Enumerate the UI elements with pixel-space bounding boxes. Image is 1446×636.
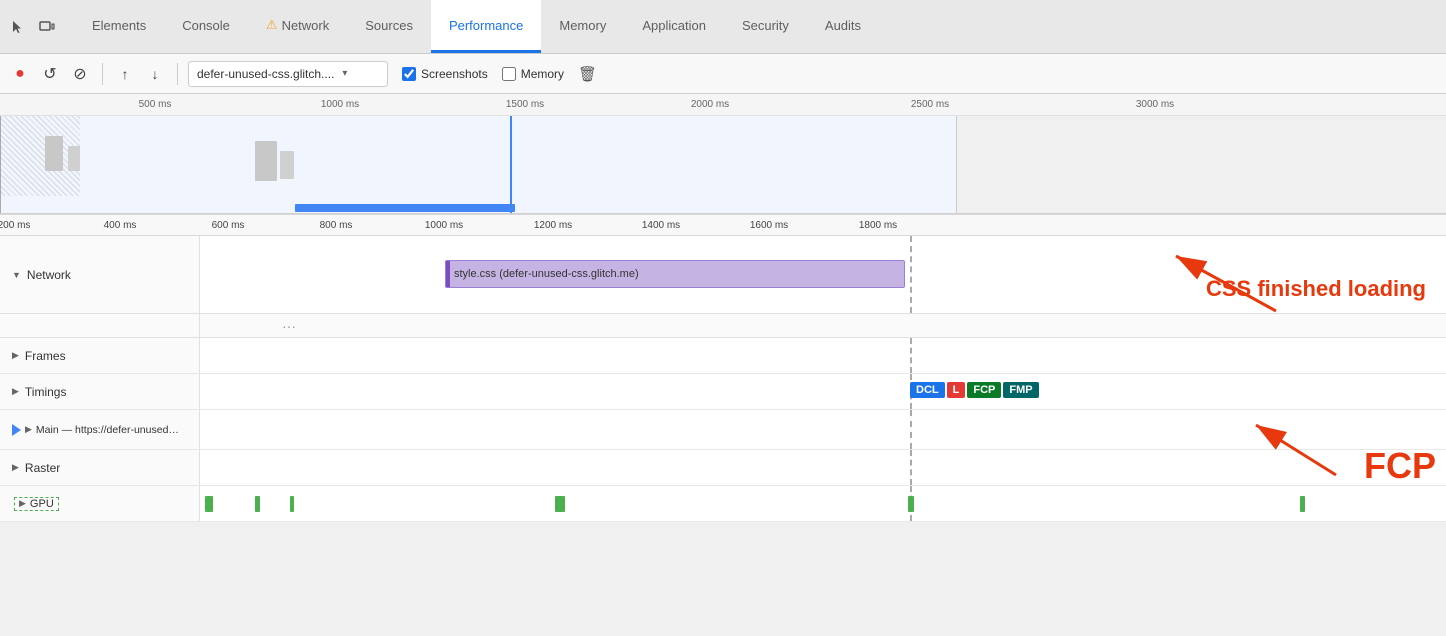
timeline-overview-container: 500 ms 1000 ms 1500 ms 2000 ms 2500 ms 3… (0, 94, 1446, 214)
separator-1 (102, 63, 103, 85)
top-ruler: 500 ms 1000 ms 1500 ms 2000 ms 2500 ms 3… (0, 94, 1446, 116)
clear-button[interactable]: 🗑 (578, 65, 597, 83)
main-label[interactable]: ▶ Main — https://defer-unused-css.glitch… (0, 410, 200, 449)
overview-blue-bar (295, 204, 515, 212)
url-display[interactable]: defer-unused-css.glitch.... ▾ (188, 61, 388, 87)
separator-2 (177, 63, 178, 85)
raster-triangle: ▶ (12, 462, 19, 473)
memory-checkbox[interactable] (502, 67, 516, 81)
tab-security[interactable]: Security (724, 0, 807, 53)
main-play-icon (12, 424, 21, 436)
timings-row: ▶ Timings DCL L FCP FMP (0, 374, 1446, 410)
network-area: ▼ Network style.css (defer-unused-css.gl… (0, 236, 1446, 314)
tick-1000ms: 1000 ms (321, 99, 359, 110)
gpu-bar-3 (290, 496, 294, 512)
gpu-bar-2 (255, 496, 260, 512)
badge-l: L (947, 382, 966, 398)
gpu-label[interactable]: ▶ GPU (0, 486, 200, 521)
tab-audits[interactable]: Audits (807, 0, 879, 53)
raster-label[interactable]: ▶ Raster (0, 450, 200, 485)
network-vline (910, 236, 912, 313)
gpu-dashed-box: ▶ GPU (14, 497, 59, 511)
btick-1200ms: 1200 ms (534, 220, 572, 231)
triangle-icon: ▼ (12, 270, 21, 280)
badge-fmp: FMP (1003, 382, 1038, 398)
badge-dcl: DCL (910, 382, 945, 398)
screenshots-checkbox-label[interactable]: Screenshots (402, 67, 488, 81)
gpu-bar-6 (1300, 496, 1305, 512)
frames-label[interactable]: ▶ Frames (0, 338, 200, 373)
raster-vline (910, 450, 912, 485)
gpu-timeline (200, 486, 1446, 521)
tab-bar: Elements Console ⚠ Network Sources Perfo… (0, 0, 1446, 54)
toolbar: ● ↺ ⊘ ↑ ↓ defer-unused-css.glitch.... ▾ … (0, 54, 1446, 94)
overview-thumbnails (0, 116, 1446, 214)
more-row: ··· (0, 314, 1446, 338)
frames-row: ▶ Frames (0, 338, 1446, 374)
raster-timeline (200, 450, 1446, 485)
memory-checkbox-label[interactable]: Memory (502, 67, 564, 81)
checkbox-group: Screenshots Memory (402, 67, 564, 81)
main-triangle: ▶ (25, 424, 32, 435)
gpu-bar-5 (908, 496, 914, 512)
badge-fcp: FCP (967, 382, 1001, 398)
tick-500ms: 500 ms (139, 99, 172, 110)
tab-console[interactable]: Console (164, 0, 248, 53)
tab-application[interactable]: Application (624, 0, 724, 53)
network-label: ▼ Network (0, 236, 200, 313)
tab-network[interactable]: ⚠ Network (248, 0, 347, 53)
cursor-icon[interactable] (8, 16, 30, 38)
tick-2500ms: 2500 ms (911, 99, 949, 110)
btick-1400ms: 1400 ms (642, 220, 680, 231)
url-text: defer-unused-css.glitch.... (197, 67, 334, 81)
network-section: ▼ Network style.css (defer-unused-css.gl… (0, 236, 1446, 314)
upload-button[interactable]: ↑ (113, 62, 137, 86)
device-icon[interactable] (36, 16, 58, 38)
tab-performance[interactable]: Performance (431, 0, 541, 53)
raster-row: ▶ Raster (0, 450, 1446, 486)
gpu-bar-4 (555, 496, 565, 512)
stop-button[interactable]: ⊘ (68, 62, 92, 86)
frames-triangle: ▶ (12, 350, 19, 361)
tick-2000ms: 2000 ms (691, 99, 729, 110)
gpu-triangle: ▶ (19, 498, 26, 509)
bottom-ruler: 200 ms 400 ms 600 ms 800 ms 1000 ms 1200… (0, 214, 1446, 236)
tab-memory[interactable]: Memory (541, 0, 624, 53)
network-timeline: style.css (defer-unused-css.glitch.me) (200, 236, 1446, 313)
gpu-bar-1 (205, 496, 213, 512)
main-vline (910, 410, 912, 449)
btick-1800ms: 1800 ms (859, 220, 897, 231)
chevron-down-icon: ▾ (342, 68, 347, 79)
gpu-row: ▶ GPU (0, 486, 1446, 522)
tab-sources[interactable]: Sources (347, 0, 431, 53)
main-timeline (200, 410, 1446, 449)
frames-timeline (200, 338, 1446, 373)
timings-label[interactable]: ▶ Timings (0, 374, 200, 409)
more-dots: ··· (282, 318, 296, 334)
main-row: ▶ Main — https://defer-unused-css.glitch… (0, 410, 1446, 450)
reload-button[interactable]: ↺ (38, 62, 62, 86)
timing-badges: DCL L FCP FMP (910, 382, 1039, 398)
btick-600ms: 600 ms (212, 220, 245, 231)
warning-icon: ⚠ (266, 17, 278, 33)
tick-1500ms: 1500 ms (506, 99, 544, 110)
btick-1000ms: 1000 ms (425, 220, 463, 231)
tick-3000ms: 3000 ms (1136, 99, 1174, 110)
download-button[interactable]: ↓ (143, 62, 167, 86)
btick-1600ms: 1600 ms (750, 220, 788, 231)
screenshots-checkbox[interactable] (402, 67, 416, 81)
timeline-overview[interactable] (0, 116, 1446, 214)
timings-triangle: ▶ (12, 386, 19, 397)
timings-timeline: DCL L FCP FMP (200, 374, 1446, 409)
btick-200ms: 200 ms (0, 220, 30, 231)
tab-elements[interactable]: Elements (74, 0, 164, 53)
record-button[interactable]: ● (8, 62, 32, 86)
frames-vline (910, 338, 912, 373)
css-bar[interactable]: style.css (defer-unused-css.glitch.me) (445, 260, 905, 288)
btick-400ms: 400 ms (104, 220, 137, 231)
btick-800ms: 800 ms (320, 220, 353, 231)
